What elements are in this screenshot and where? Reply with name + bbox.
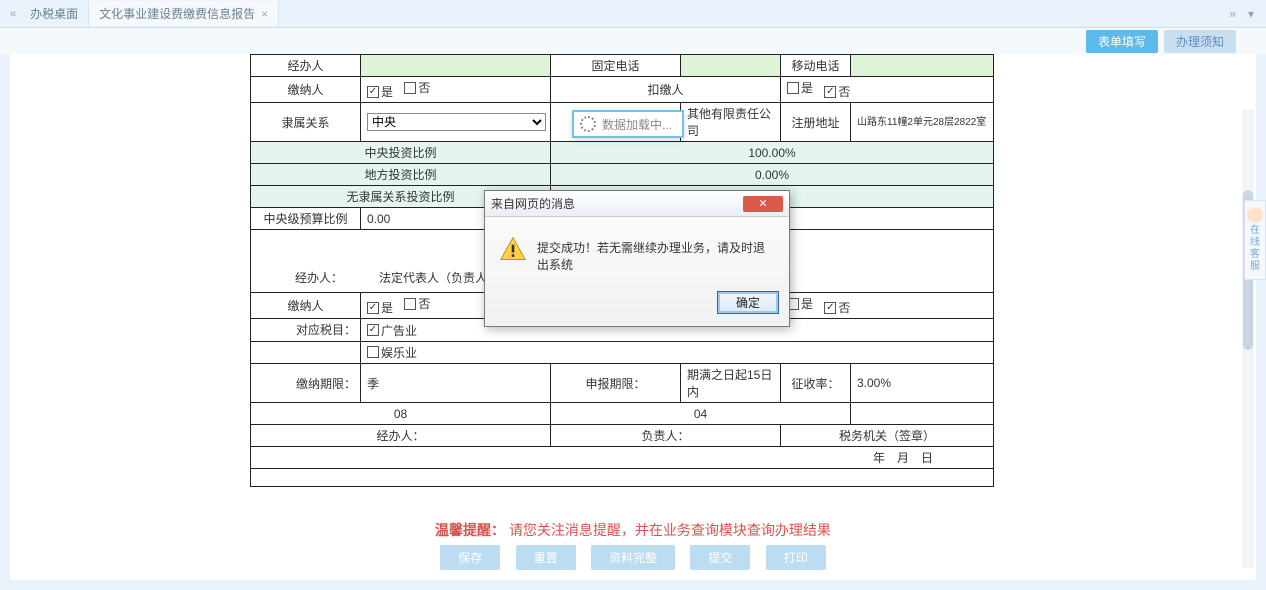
form-fill-button[interactable]: 表单填写 <box>1086 30 1158 53</box>
value-phone[interactable] <box>681 55 781 77</box>
payer-yesno: ✓是 否 <box>361 77 551 103</box>
avatar-icon <box>1247 207 1263 223</box>
table-footer-spacer <box>251 469 994 487</box>
dialog-titlebar[interactable]: 来自网页的消息 ✕ <box>485 191 789 217</box>
payer2b-yesno: 是 ✓否 <box>781 293 994 319</box>
checkbox-payer2-no[interactable]: 否 <box>404 295 430 312</box>
checkbox-withhold-no[interactable]: ✓否 <box>824 83 850 100</box>
relation-select[interactable]: 中央 <box>367 113 546 131</box>
label-operator: 经办人 <box>251 55 361 77</box>
checkbox-payer2b-yes[interactable]: 是 <box>787 295 813 312</box>
warning-icon <box>499 235 527 263</box>
value-mobile[interactable] <box>851 55 994 77</box>
tab-bar: « 办税桌面 文化事业建设费缴费信息报告× » ▾ <box>0 0 1266 28</box>
label-payer2: 缴纳人 <box>251 293 361 319</box>
value-payperiod: 季 <box>361 364 551 403</box>
message-dialog: 来自网页的消息 ✕ 提交成功！若无需继续办理业务，请及时退出系统 确定 <box>484 190 790 327</box>
checkbox-ad[interactable]: ✓广告业 <box>367 322 417 339</box>
dialog-ok-button[interactable]: 确定 <box>717 291 779 314</box>
withhold-yesno: 是 ✓否 <box>781 77 994 103</box>
label-regaddr: 注册地址 <box>781 103 851 142</box>
scrollbar-track[interactable] <box>1242 110 1254 568</box>
label-declareperiod: 申报期限： <box>551 364 681 403</box>
spinner-icon <box>580 116 596 132</box>
save-button[interactable]: 保存 <box>440 545 500 570</box>
tab-next-icon[interactable]: » <box>1223 7 1242 21</box>
online-help-button[interactable]: 在线客服 <box>1244 200 1266 280</box>
close-icon[interactable]: × <box>261 7 268 21</box>
label-phone: 固定电话 <box>551 55 681 77</box>
sub-toolbar: 表单填写 办理须知 <box>0 28 1266 54</box>
label-taxitem2 <box>251 341 361 364</box>
sign-agent: 经办人： <box>251 425 551 447</box>
tab-prev-icon[interactable]: « <box>6 8 20 20</box>
loading-text: 数据加载中... <box>602 116 672 133</box>
reset-button[interactable]: 重置 <box>516 545 576 570</box>
declaration-agent: 经办人： <box>259 269 379 286</box>
dialog-close-button[interactable]: ✕ <box>743 196 783 212</box>
code-empty <box>851 403 994 425</box>
label-rate: 征收率： <box>781 364 851 403</box>
label-taxitem: 对应税目： <box>251 319 361 342</box>
checkbox-ent[interactable]: 娱乐业 <box>367 344 417 361</box>
relation-select-cell: 中央 <box>361 103 551 142</box>
code-right: 04 <box>551 403 851 425</box>
sign-authority: 税务机关（签章） <box>781 425 994 447</box>
value-regaddr: 山路东11幢2单元28层2822室 <box>851 103 994 142</box>
value-rate: 3.00% <box>851 364 994 403</box>
label-mobile: 移动电话 <box>781 55 851 77</box>
value-regtype: 其他有限责任公司 <box>681 103 781 142</box>
label-local-ratio: 地方投资比例 <box>251 164 551 186</box>
label-central-ratio: 中央投资比例 <box>251 142 551 164</box>
value-declareperiod: 期满之日起15日内 <box>681 364 781 403</box>
checkbox-payer2-yes[interactable]: ✓是 <box>367 299 393 316</box>
reminder-text: 温馨提醒： 请您关注消息提醒，并在业务查询模块查询办理结果 <box>10 520 1256 540</box>
bottom-button-bar: 保存 重置 资料完整 提交 打印 <box>10 545 1256 570</box>
loading-indicator: 数据加载中... <box>572 110 684 138</box>
checkbox-payer2b-no[interactable]: ✓否 <box>824 299 850 316</box>
tab-report[interactable]: 文化事业建设费缴费信息报告× <box>89 1 279 26</box>
clear-button[interactable]: 资料完整 <box>591 545 675 570</box>
label-withhold: 扣缴人 <box>551 77 781 103</box>
online-help-label: 在线客服 <box>1247 225 1263 273</box>
label-relation: 隶属关系 <box>251 103 361 142</box>
value-operator[interactable] <box>361 55 551 77</box>
value-local-ratio: 0.00% <box>551 164 994 186</box>
sign-head: 负责人： <box>551 425 781 447</box>
checkbox-payer-yes[interactable]: ✓是 <box>367 83 393 100</box>
code-left: 08 <box>251 403 551 425</box>
checkbox-withhold-yes[interactable]: 是 <box>787 79 813 96</box>
checkbox-payer-no[interactable]: 否 <box>404 79 430 96</box>
sign-date: 年 月 日 <box>251 447 994 469</box>
value-central-ratio: 100.00% <box>551 142 994 164</box>
submit-button[interactable]: 提交 <box>690 545 750 570</box>
label-budget-ratio: 中央级预算比例 <box>251 208 361 230</box>
dialog-message: 提交成功！若无需继续办理业务，请及时退出系统 <box>537 235 775 273</box>
print-button[interactable]: 打印 <box>766 545 826 570</box>
label-payer: 缴纳人 <box>251 77 361 103</box>
taxitem-ent: 娱乐业 <box>361 341 994 364</box>
label-payperiod: 缴纳期限： <box>251 364 361 403</box>
tab-desktop[interactable]: 办税桌面 <box>20 1 89 26</box>
dialog-title-text: 来自网页的消息 <box>491 195 575 212</box>
tab-menu-icon[interactable]: ▾ <box>1242 7 1260 21</box>
notice-button[interactable]: 办理须知 <box>1164 30 1236 53</box>
